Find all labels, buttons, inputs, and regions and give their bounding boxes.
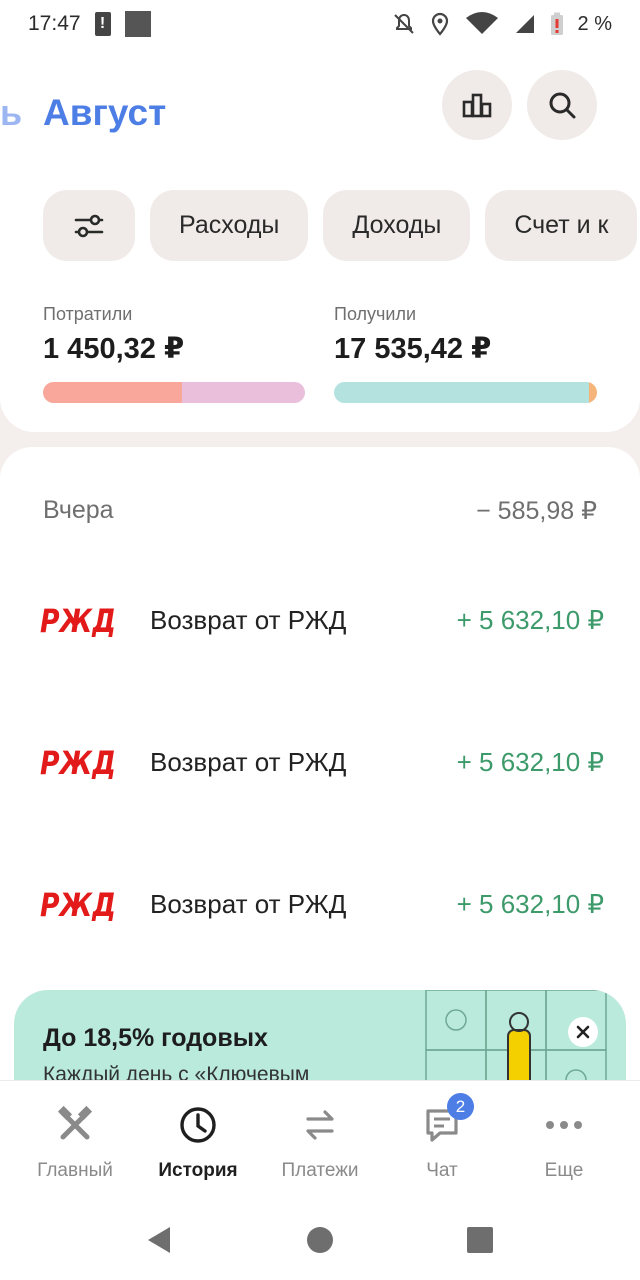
home-circle-icon[interactable] <box>306 1226 334 1254</box>
cell-signal-icon <box>515 15 534 33</box>
nav-label: Главный <box>37 1160 113 1181</box>
rzd-logo: РЖД <box>40 602 116 638</box>
nav-history[interactable]: История <box>134 1081 262 1201</box>
battery-low-icon <box>550 12 563 35</box>
transaction-merchant: Возврат от РЖД <box>150 746 347 777</box>
close-icon <box>576 1025 590 1039</box>
chip-income[interactable]: Доходы <box>323 190 471 261</box>
nav-home[interactable]: Главный <box>11 1081 139 1201</box>
location-pin-icon <box>431 12 448 36</box>
received-label: Получили <box>334 304 417 324</box>
alert-notification-icon: ! <box>94 12 111 36</box>
svg-text:РЖД: РЖД <box>40 744 116 780</box>
current-month-title[interactable]: Август <box>43 92 166 134</box>
mute-bell-icon <box>393 13 414 34</box>
day-header-label: Вчера <box>43 496 114 524</box>
status-time: 17:47 <box>28 12 81 35</box>
transaction-amount: + 5 632,10 ₽ <box>456 888 604 919</box>
recents-square-icon[interactable] <box>466 1226 494 1254</box>
transaction-amount: + 5 632,10 ₽ <box>456 604 604 635</box>
svg-text:РЖД: РЖД <box>40 886 116 922</box>
nav-label: Платежи <box>281 1160 359 1181</box>
svg-text:РЖД: РЖД <box>40 602 116 638</box>
spent-label: Потратили <box>43 304 133 324</box>
filter-chips: Расходы Доходы Счет и к <box>43 190 638 261</box>
spent-value: 1 450,32 ₽ <box>43 333 185 365</box>
previous-month-tab[interactable]: ь <box>0 92 22 134</box>
chip-accounts[interactable]: Счет и к <box>485 190 638 261</box>
spent-summary[interactable]: Потратили 1 450,32 ₽ <box>43 304 184 366</box>
home-tools-icon <box>57 1105 93 1140</box>
system-navigation-bar <box>0 1200 640 1280</box>
transaction-row[interactable]: РЖД Возврат от РЖД + 5 632,10 ₽ <box>0 590 640 650</box>
bar-chart-icon <box>462 93 492 118</box>
statistics-button[interactable] <box>442 70 512 140</box>
nav-chat[interactable]: Чат <box>378 1081 506 1201</box>
back-triangle-icon[interactable] <box>144 1225 174 1255</box>
day-header-total: − 585,98 ₽ <box>476 497 597 525</box>
battery-percent: 2 % <box>577 12 612 35</box>
filter-settings-button[interactable] <box>43 190 135 261</box>
nav-more[interactable]: Еще <box>500 1081 628 1201</box>
search-icon <box>549 92 576 119</box>
promo-title: До 18,5% годовых <box>43 1024 268 1052</box>
received-value: 17 535,42 ₽ <box>334 333 492 365</box>
transaction-row[interactable]: РЖД Возврат от РЖД + 5 632,10 ₽ <box>0 874 640 934</box>
spent-bar-segment <box>43 382 182 403</box>
sliders-icon <box>74 214 104 237</box>
transfer-arrows-icon <box>306 1110 334 1140</box>
nav-label: Еще <box>544 1160 584 1181</box>
transaction-amount: + 5 632,10 ₽ <box>456 746 604 777</box>
rzd-logo: РЖД <box>40 886 116 922</box>
status-bar: 17:47 ! 2 % <box>0 0 640 48</box>
wifi-icon <box>465 12 498 34</box>
promo-close-button[interactable] <box>568 1017 598 1047</box>
transaction-merchant: Возврат от РЖД <box>150 888 347 919</box>
nav-label: Чат <box>426 1160 458 1181</box>
clock-icon <box>180 1107 216 1143</box>
chat-unread-badge: 2 <box>447 1093 474 1120</box>
nav-label: История <box>158 1160 238 1181</box>
notification-square-icon <box>124 11 151 37</box>
search-button[interactable] <box>527 70 597 140</box>
chip-expenses[interactable]: Расходы <box>150 190 309 261</box>
spent-progress-bar <box>43 382 305 403</box>
spent-bar-segment <box>181 382 305 403</box>
transaction-row[interactable]: РЖД Возврат от РЖД + 5 632,10 ₽ <box>0 732 640 792</box>
received-summary[interactable]: Получили 17 535,42 ₽ <box>334 304 491 366</box>
more-dots-icon <box>546 1121 582 1129</box>
rzd-logo: РЖД <box>40 744 116 780</box>
bottom-navigation: Главный История Платежи Чат Еще <box>0 1080 640 1200</box>
transaction-merchant: Возврат от РЖД <box>150 604 347 635</box>
received-progress-bar <box>334 382 597 403</box>
received-bar-segment <box>334 382 590 403</box>
nav-payments[interactable]: Платежи <box>256 1081 384 1201</box>
